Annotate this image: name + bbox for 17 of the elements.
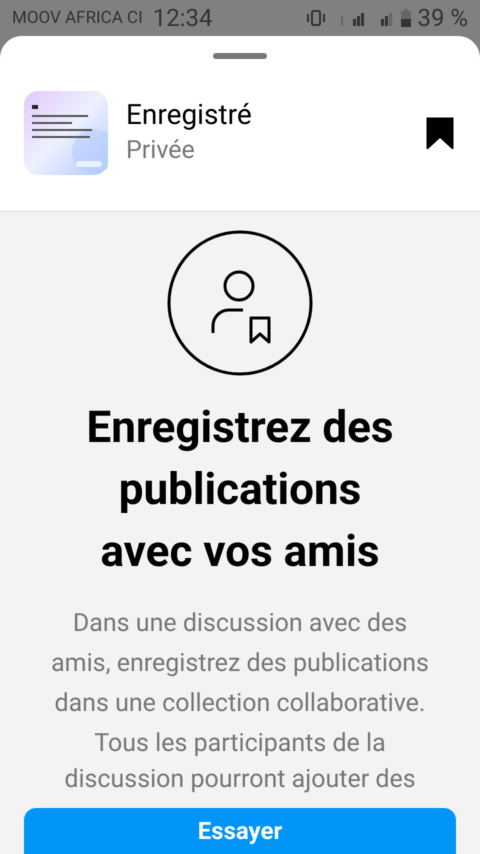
empty-state-heading: Enregistrez des publications avec vos amis (85, 400, 395, 579)
description-text: Dans une discussion avec des (72, 608, 408, 640)
description-text: discussion pourront ajouter des (64, 764, 416, 796)
battery-level: 39 % (417, 4, 468, 32)
vibrate-icon (305, 10, 328, 26)
collection-title: Enregistré (126, 97, 253, 133)
description-text: dans une collection collaborative. (54, 688, 426, 720)
clock: 12:34 (152, 4, 213, 32)
privacy-label: Privée (126, 135, 196, 167)
description-text: Tous les participants de la (94, 728, 386, 760)
try-button[interactable]: Essayer (24, 808, 456, 854)
carrier-name: MOOV AFRICA CI (12, 8, 143, 28)
bookmark-icon[interactable] (426, 117, 454, 149)
drag-handle[interactable] (213, 53, 267, 59)
battery-icon (401, 9, 412, 27)
user-bookmark-icon (167, 230, 313, 376)
description-text: amis, enregistrez des publications (51, 648, 429, 680)
